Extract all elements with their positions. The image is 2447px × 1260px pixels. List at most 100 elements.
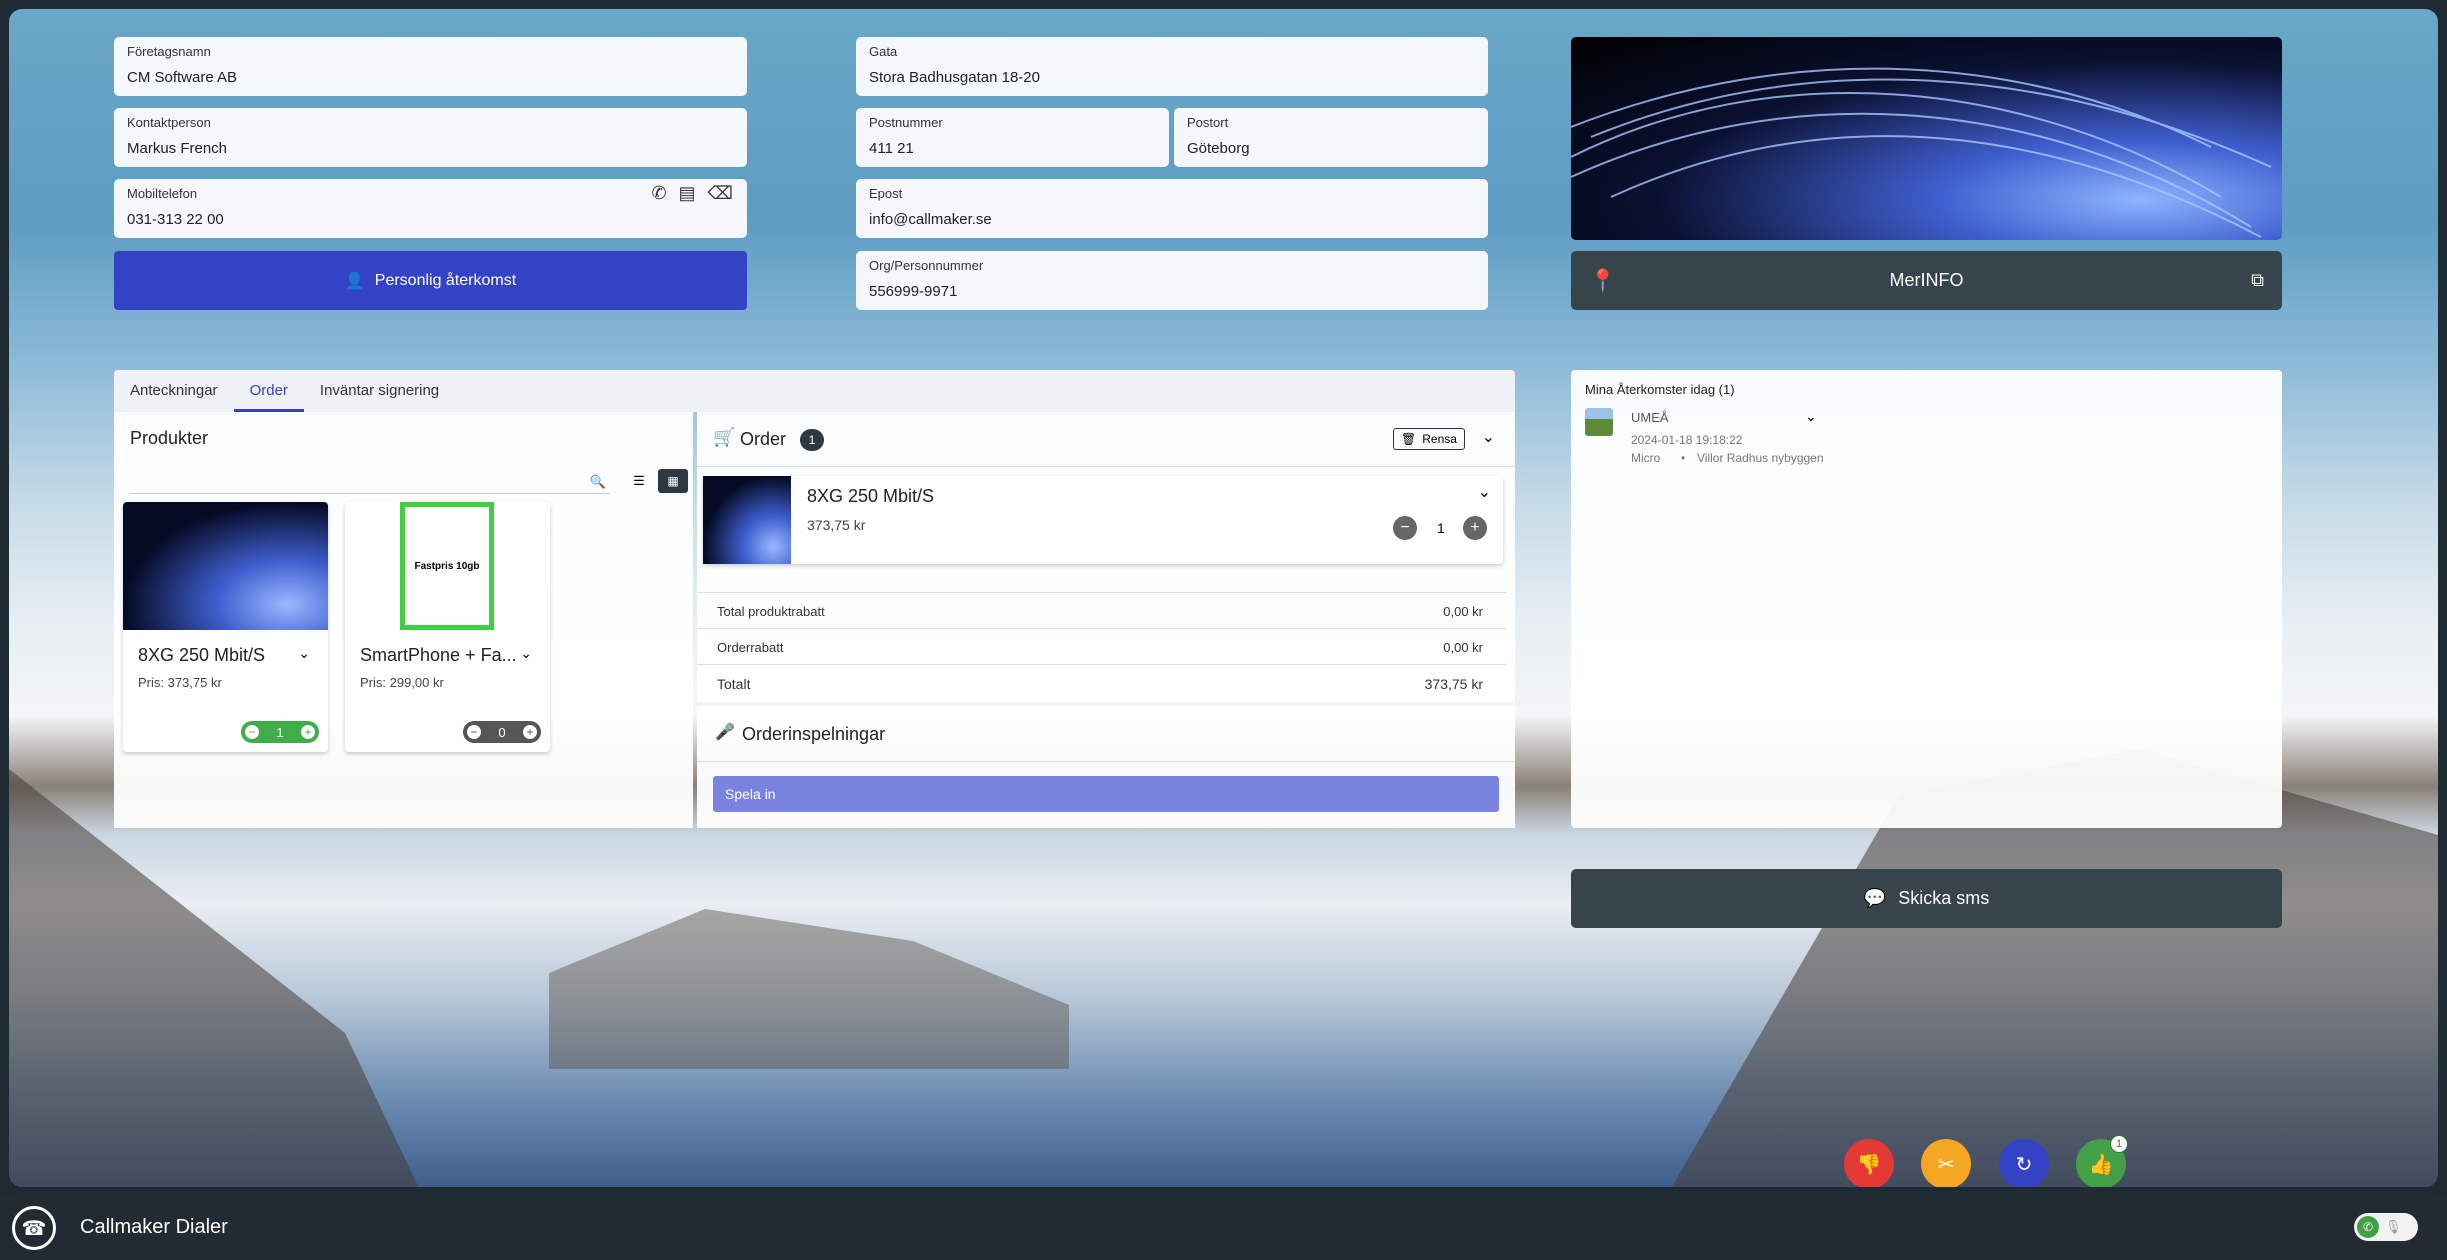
call-status-toggle[interactable]: ✆ 🎙 [2354, 1213, 2418, 1241]
location-pin-icon: 📍 [1589, 267, 1617, 293]
mobile-field[interactable]: Mobiltelefon 031-313 22 00 ✆ ▤ ⌫ [114, 179, 747, 238]
row-value: 373,75 kr [1424, 676, 1483, 692]
org-field[interactable]: Org/Personnummer 556999-9971 [856, 251, 1488, 310]
callback-separator: • [1681, 451, 1686, 465]
callback-tag: Villor Radhus nybyggen [1697, 451, 1824, 465]
quantity-value: 1 [276, 724, 284, 740]
mic-off-icon: 🎙 [2385, 1219, 2402, 1234]
thumbs-up-badge: 1 [2110, 1135, 2128, 1153]
callback-later-button[interactable]: ↻ [1999, 1139, 2049, 1187]
org-value: 556999-9971 [869, 283, 958, 300]
clear-order-label: Rensa [1422, 432, 1457, 446]
zip-field[interactable]: Postnummer 411 21 [856, 108, 1169, 167]
zip-value: 411 21 [869, 140, 914, 157]
refresh-clock-icon: ↻ [2015, 1153, 2033, 1176]
product-price: Pris: 299,00 kr [360, 675, 444, 690]
product-card[interactable]: Fastpris 10gb SmartPhone + Fa... ⌄ Pris:… [345, 502, 550, 752]
order-summary-row: Orderrabatt 0,00 kr [697, 628, 1507, 664]
product-image [123, 502, 328, 630]
tab-notes[interactable]: Anteckningar [114, 370, 234, 412]
record-button[interactable]: Spela in [713, 776, 1499, 812]
list-view-icon[interactable]: ☰ [624, 469, 654, 493]
callback-item[interactable]: UMEÅ ⌄ 2024-01-18 19:18:22 Micro • Villo… [1585, 406, 1845, 466]
zip-label: Postnummer [869, 115, 943, 130]
company-label: Företagsnamn [127, 44, 211, 59]
thumbs-up-icon: 👍 [2088, 1153, 2114, 1176]
product-image: Fastpris 10gb [400, 502, 494, 630]
org-label: Org/Personnummer [869, 258, 984, 273]
footer-bar: ☎ Callmaker Dialer ✆ 🎙 [0, 1196, 2447, 1260]
recordings-panel: 🎤 Orderinspelningar Spela in [697, 706, 1515, 828]
contact-person-field[interactable]: Kontaktperson Markus French [114, 108, 747, 167]
chevron-down-icon[interactable]: ⌄ [298, 645, 310, 662]
personal-callback-label: Personlig återkomst [374, 271, 517, 289]
plus-icon[interactable]: + [1463, 516, 1487, 540]
order-total-row: Totalt 373,75 kr [697, 664, 1507, 700]
quantity-stepper[interactable]: − 1 + [241, 721, 319, 743]
person-clock-icon: 👤 [344, 272, 365, 290]
product-card[interactable]: 8XG 250 Mbit/S ⌄ Pris: 373,75 kr − 1 + [123, 502, 328, 752]
company-field[interactable]: Företagsnamn CM Software AB [114, 37, 747, 96]
tab-bar: Anteckningar Order Inväntar signering [114, 370, 1515, 412]
merinfo-label: MerINFO [1889, 270, 1964, 290]
row-label: Total produktrabatt [717, 604, 825, 619]
phone-off-icon: ✂ [1937, 1153, 1955, 1176]
chevron-down-icon[interactable]: ⌄ [1482, 427, 1495, 447]
product-price: Pris: 373,75 kr [138, 675, 222, 690]
not-reached-button[interactable]: ✂ [1921, 1139, 1971, 1187]
street-field[interactable]: Gata Stora Badhusgatan 18-20 [856, 37, 1488, 96]
minus-icon[interactable]: − [1393, 516, 1417, 540]
products-title: Produkter [130, 428, 209, 448]
email-value: info@callmaker.se [869, 211, 992, 228]
send-sms-button[interactable]: 💬 Skicka sms [1571, 869, 2282, 928]
open-external-icon[interactable]: ⧉ [2251, 270, 2264, 291]
mobile-value: 031-313 22 00 [127, 211, 224, 228]
order-summary-row: Total produktrabatt 0,00 kr [697, 592, 1507, 628]
quantity-value: 0 [498, 724, 506, 740]
order-item[interactable]: 8XG 250 Mbit/S 373,75 kr ⌄ − 1 + [703, 476, 1503, 564]
callback-time: 2024-01-18 19:18:22 [1631, 433, 1743, 447]
callback-tag: Micro [1631, 451, 1661, 465]
tab-order[interactable]: Order [233, 370, 304, 412]
row-label: Totalt [717, 676, 751, 692]
row-label: Orderrabatt [717, 640, 784, 655]
recordings-title: Orderinspelningar [742, 724, 886, 744]
email-field[interactable]: Epost info@callmaker.se [856, 179, 1488, 238]
minus-icon[interactable]: − [244, 724, 260, 740]
quantity-stepper[interactable]: − 0 + [463, 721, 541, 743]
chevron-down-icon[interactable]: ⌄ [1805, 408, 1817, 425]
contact-person-label: Kontaktperson [127, 115, 211, 130]
cart-icon: 🛒 [713, 427, 736, 447]
company-value: CM Software AB [127, 69, 238, 86]
thumbs-down-button[interactable]: 👎 [1844, 1139, 1894, 1187]
product-image-text: Fastpris 10gb [414, 560, 480, 572]
callbacks-title: Mina Återkomster idag (1) [1585, 382, 1735, 397]
contact-person-value: Markus French [127, 140, 228, 157]
search-icon[interactable]: 🔍 [590, 474, 606, 490]
chevron-down-icon[interactable]: ⌄ [1478, 482, 1491, 502]
order-item-qty: 1 [1437, 520, 1445, 536]
dialer-logo-icon: ☎ [12, 1206, 56, 1250]
phone-icon[interactable]: ✆ [651, 183, 666, 204]
clear-order-button[interactable]: 🗑 Rensa [1393, 428, 1465, 450]
grid-view-icon[interactable]: ▦ [658, 469, 688, 493]
sms-icon[interactable]: ▤ [679, 183, 696, 204]
chevron-down-icon[interactable]: ⌄ [520, 645, 532, 662]
fiber-banner-image [1571, 37, 2282, 240]
order-item-image [703, 476, 791, 564]
order-count-badge: 1 [800, 429, 824, 451]
personal-callback-button[interactable]: 👤 Personlig återkomst [114, 251, 747, 310]
plus-icon[interactable]: + [299, 724, 316, 740]
thumbs-up-button[interactable]: 👍 1 [2076, 1135, 2128, 1187]
minus-icon[interactable]: − [466, 724, 482, 740]
row-value: 0,00 kr [1443, 604, 1483, 619]
backspace-icon[interactable]: ⌫ [708, 183, 733, 204]
city-field[interactable]: Postort Göteborg [1174, 108, 1488, 167]
phone-icon: ✆ [2357, 1216, 2379, 1238]
merinfo-button[interactable]: 📍 MerINFO ⧉ [1571, 251, 2282, 310]
app-window: Företagsnamn CM Software AB Kontaktperso… [0, 0, 2447, 1196]
product-search-input[interactable]: 🔍 [130, 472, 610, 494]
footer-title: Callmaker Dialer [80, 1216, 228, 1238]
tab-awaiting-signing[interactable]: Inväntar signering [304, 370, 455, 412]
plus-icon[interactable]: + [521, 724, 538, 740]
